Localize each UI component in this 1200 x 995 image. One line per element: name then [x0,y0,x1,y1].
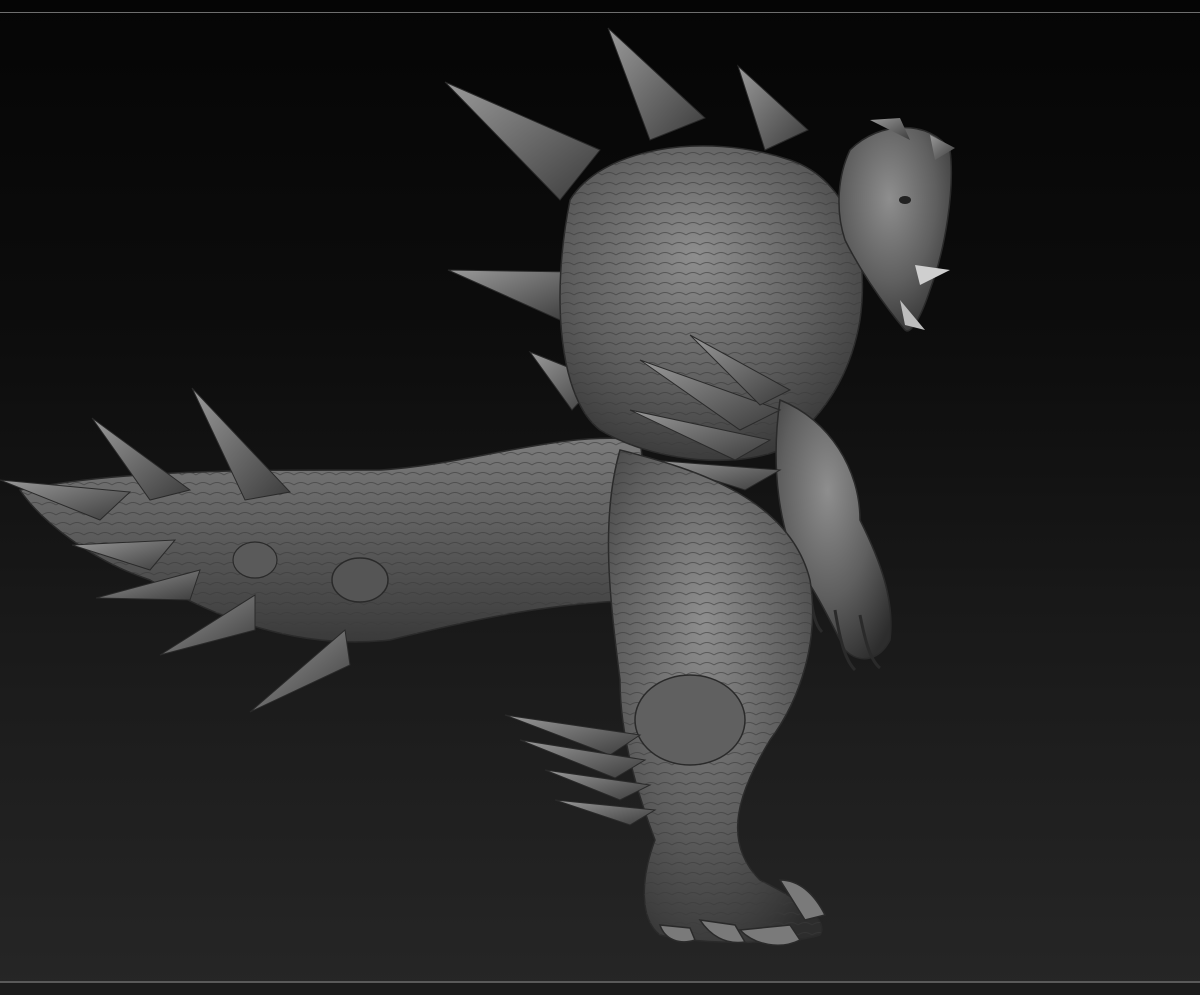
3d-viewport[interactable] [0,0,1200,995]
torso [559,145,864,462]
creature-sculpt-render[interactable] [0,0,1200,995]
tail [18,437,661,643]
viewport-bottom-strip [0,983,1200,995]
